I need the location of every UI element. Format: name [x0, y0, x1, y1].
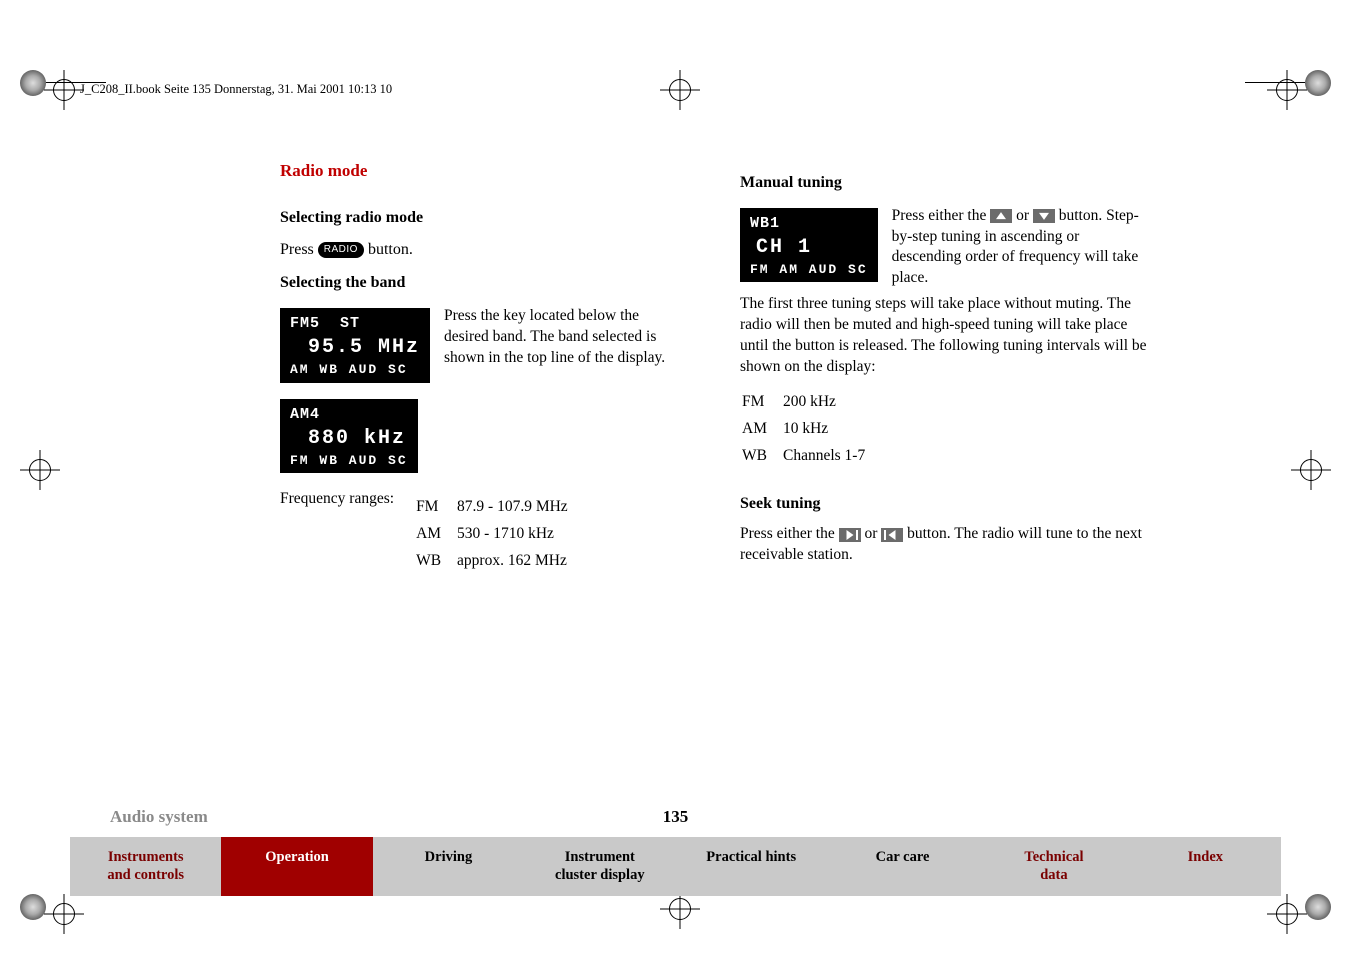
lcd-display-wb: WB1CH 1FM AM AUD SC — [740, 208, 878, 283]
subheading-selecting-radio-mode: Selecting radio mode — [280, 207, 680, 229]
footer-nav-bar: Instruments and controls Operation Drivi… — [70, 837, 1281, 896]
print-registration-mark — [660, 70, 700, 115]
print-registration-mark — [1291, 450, 1331, 495]
nav-index[interactable]: Index — [1130, 837, 1281, 896]
press-radio-button-text: Press RADIO button. — [280, 239, 680, 261]
seek-prev-icon — [881, 528, 903, 542]
print-registration-mark — [20, 450, 60, 495]
selecting-band-description: Press the key located below the desired … — [444, 304, 680, 369]
subheading-selecting-the-band: Selecting the band — [280, 272, 680, 294]
print-registration-mark — [20, 894, 84, 934]
frequency-ranges-table: FM87.9 - 107.9 MHz AM530 - 1710 kHz WBap… — [414, 493, 584, 576]
subheading-manual-tuning: Manual tuning — [740, 172, 1151, 194]
subheading-seek-tuning: Seek tuning — [740, 493, 1151, 515]
nav-practical-hints[interactable]: Practical hints — [676, 837, 827, 896]
lcd-display-fm: FM5 ST95.5 MHzAM WB AUD SC — [280, 308, 430, 383]
tune-up-icon — [990, 209, 1012, 223]
frequency-ranges-label: Frequency ranges: — [280, 489, 394, 576]
manual-tuning-paragraph: The first three tuning steps will take p… — [740, 294, 1151, 378]
nav-technical-data[interactable]: Technical data — [978, 837, 1129, 896]
seek-next-icon — [839, 528, 861, 542]
tune-down-icon — [1033, 209, 1055, 223]
nav-car-care[interactable]: Car care — [827, 837, 978, 896]
page-number: 135 — [663, 807, 689, 827]
print-registration-mark — [1267, 70, 1331, 110]
manual-tuning-description: Press either the or button. Step-by-step… — [892, 204, 1151, 290]
lcd-display-am: AM4880 kHzFM WB AUD SC — [280, 399, 418, 474]
seek-tuning-description: Press either the or button. The radio wi… — [740, 524, 1151, 566]
print-trim-line — [1245, 82, 1305, 83]
section-heading-radio-mode: Radio mode — [280, 160, 680, 183]
nav-operation[interactable]: Operation — [221, 837, 372, 896]
tuning-interval-table: FM200 kHz AM10 kHz WBChannels 1-7 — [740, 388, 881, 471]
print-registration-mark — [1267, 894, 1331, 934]
nav-driving[interactable]: Driving — [373, 837, 524, 896]
print-registration-mark — [20, 70, 84, 110]
footer-section-title: Audio system — [110, 807, 208, 827]
nav-instrument-cluster-display[interactable]: Instrument cluster display — [524, 837, 675, 896]
nav-instruments-and-controls[interactable]: Instruments and controls — [70, 837, 221, 896]
radio-button-icon: RADIO — [318, 242, 364, 259]
page-header-filepath: J_C208_II.book Seite 135 Donnerstag, 31.… — [80, 82, 392, 97]
